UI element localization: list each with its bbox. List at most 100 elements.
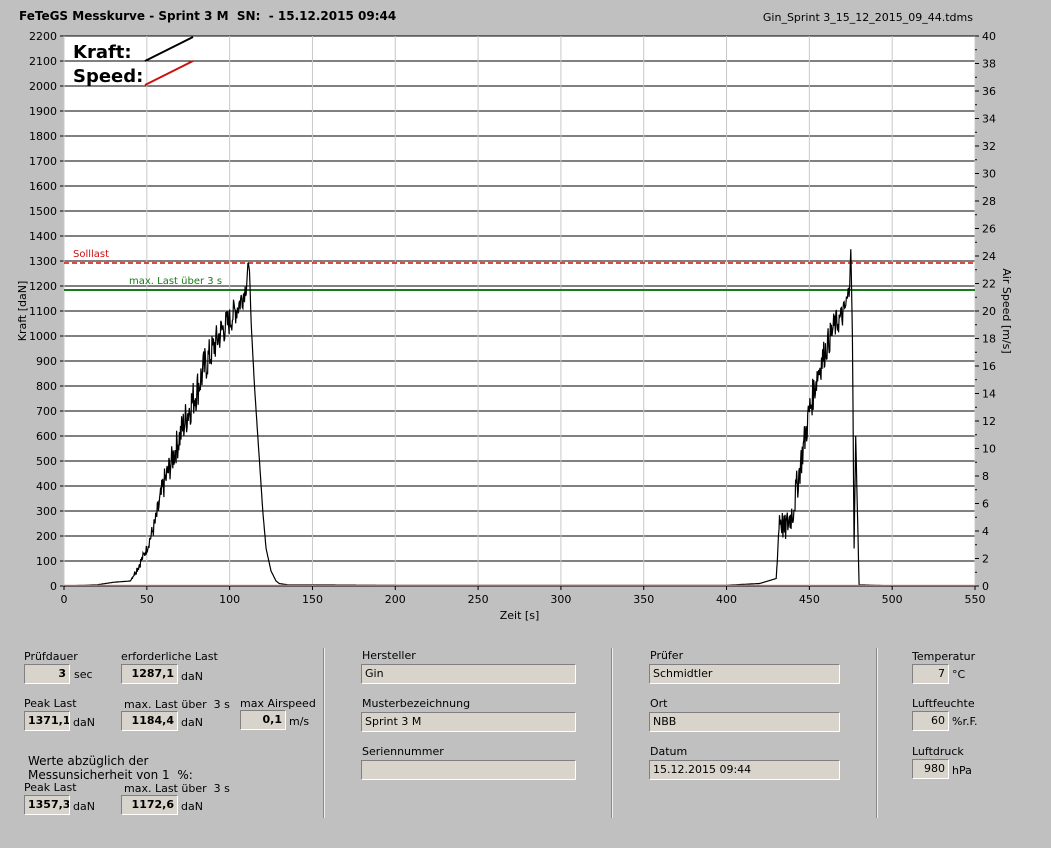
x-tick-label: 0 <box>61 593 68 606</box>
peak-last-value: 1371,1 <box>24 711 70 731</box>
peak-last2-label: Peak Last <box>24 781 77 794</box>
y-tick-label: 2200 <box>29 30 57 43</box>
y2-tick-label: 18 <box>982 333 996 346</box>
luftfeuchte-value: 60 <box>912 711 949 731</box>
y2-tick-label: 30 <box>982 168 996 181</box>
x-tick-label: 550 <box>965 593 986 606</box>
y-tick-label: 900 <box>36 355 57 368</box>
y-tick-label: 800 <box>36 380 57 393</box>
solllast-label: Solllast <box>73 249 109 260</box>
max-last2-value: 1172,6 <box>121 795 178 815</box>
max-last-value: 1184,4 <box>121 711 178 731</box>
y2-axis-label: Air Speed [m/s] <box>1000 268 1013 353</box>
y-tick-label: 1800 <box>29 130 57 143</box>
x-tick-label: 200 <box>385 593 406 606</box>
y-tick-label: 1700 <box>29 155 57 168</box>
y2-tick-label: 34 <box>982 113 996 126</box>
x-tick-label: 350 <box>633 593 654 606</box>
hersteller-field[interactable]: Gin <box>361 664 576 684</box>
y-tick-label: 0 <box>50 580 57 593</box>
luftdruck-label: Luftdruck <box>912 745 964 758</box>
y-tick-label: 300 <box>36 505 57 518</box>
y-tick-label: 1600 <box>29 180 57 193</box>
y2-tick-label: 20 <box>982 305 996 318</box>
pruefdauer-label: Prüfdauer <box>24 650 78 663</box>
peak-last-label: Peak Last <box>24 697 77 710</box>
max-last2-unit: daN <box>181 800 203 813</box>
y2-tick-label: 0 <box>982 580 989 593</box>
pruefdauer-unit: sec <box>74 668 93 681</box>
temperatur-value: 7 <box>912 664 949 684</box>
x-tick-label: 250 <box>468 593 489 606</box>
y-tick-label: 1100 <box>29 305 57 318</box>
erforderliche-last-value: 1287,1 <box>121 664 178 684</box>
y-tick-label: 1000 <box>29 330 57 343</box>
note-line1: Werte abzüglich der <box>28 754 149 768</box>
pruefer-label: Prüfer <box>650 649 684 662</box>
y-tick-label: 2000 <box>29 80 57 93</box>
x-tick-label: 500 <box>882 593 903 606</box>
y2-tick-label: 32 <box>982 140 996 153</box>
y2-tick-label: 24 <box>982 250 996 263</box>
separator <box>323 648 325 818</box>
y-tick-label: 1400 <box>29 230 57 243</box>
seriennummer-field[interactable] <box>361 760 576 780</box>
ort-label: Ort <box>650 697 668 710</box>
temperatur-label: Temperatur <box>912 650 976 663</box>
y-tick-label: 1200 <box>29 280 57 293</box>
ort-field[interactable]: NBB <box>649 712 840 732</box>
erforderliche-last-unit: daN <box>181 670 203 683</box>
y2-tick-label: 12 <box>982 415 996 428</box>
peak-last2-value: 1357,3 <box>24 795 70 815</box>
note-line2: Messunsicherheit von 1 %: <box>28 768 193 782</box>
y2-tick-label: 36 <box>982 85 996 98</box>
pruefer-field[interactable]: Schmidtler <box>649 664 840 684</box>
y-tick-label: 700 <box>36 405 57 418</box>
x-tick-label: 150 <box>302 593 323 606</box>
y-tick-label: 2100 <box>29 55 57 68</box>
max-airspeed-unit: m/s <box>289 715 310 728</box>
x-tick-label: 450 <box>799 593 820 606</box>
x-axis-label: Zeit [s] <box>500 609 539 622</box>
pruefdauer-value: 3 <box>24 664 70 684</box>
y2-tick-label: 38 <box>982 58 996 71</box>
y2-tick-label: 40 <box>982 30 996 43</box>
separator <box>611 648 613 818</box>
y2-tick-label: 16 <box>982 360 996 373</box>
temperatur-unit: °C <box>952 668 966 681</box>
erforderliche-last-label: erforderliche Last <box>121 650 218 663</box>
max-last-unit: daN <box>181 716 203 729</box>
max-airspeed-value: 0,1 <box>240 710 286 730</box>
y2-tick-label: 6 <box>982 498 989 511</box>
y-tick-label: 1900 <box>29 105 57 118</box>
x-tick-label: 100 <box>219 593 240 606</box>
y2-tick-label: 4 <box>982 525 989 538</box>
hersteller-label: Hersteller <box>362 649 416 662</box>
luftfeuchte-label: Luftfeuchte <box>912 697 975 710</box>
y-tick-label: 1300 <box>29 255 57 268</box>
x-tick-label: 50 <box>140 593 154 606</box>
musterbezeichnung-label: Musterbezeichnung <box>362 697 471 710</box>
musterbezeichnung-field[interactable]: Sprint 3 M <box>361 712 576 732</box>
luftdruck-value: 980 <box>912 759 949 779</box>
y2-tick-label: 22 <box>982 278 996 291</box>
y2-tick-label: 14 <box>982 388 996 401</box>
y-tick-label: 1500 <box>29 205 57 218</box>
y-tick-label: 100 <box>36 555 57 568</box>
y2-tick-label: 28 <box>982 195 996 208</box>
legend-label-1: Speed: <box>73 66 143 87</box>
y2-tick-label: 26 <box>982 223 996 236</box>
x-tick-label: 400 <box>716 593 737 606</box>
y2-tick-label: 8 <box>982 470 989 483</box>
datum-label: Datum <box>650 745 688 758</box>
max-last-label: max. Last über 3 s <box>129 276 222 287</box>
separator <box>876 648 878 818</box>
legend-label-0: Kraft: <box>73 42 132 63</box>
datum-field[interactable]: 15.12.2015 09:44 <box>649 760 840 780</box>
max-last-label: max. Last über 3 s <box>124 698 230 711</box>
y-axis-label: Kraft [daN] <box>16 281 29 342</box>
seriennummer-label: Seriennummer <box>362 745 444 758</box>
y-tick-label: 600 <box>36 430 57 443</box>
luftfeuchte-unit: %r.F. <box>952 715 978 728</box>
y-tick-label: 500 <box>36 455 57 468</box>
